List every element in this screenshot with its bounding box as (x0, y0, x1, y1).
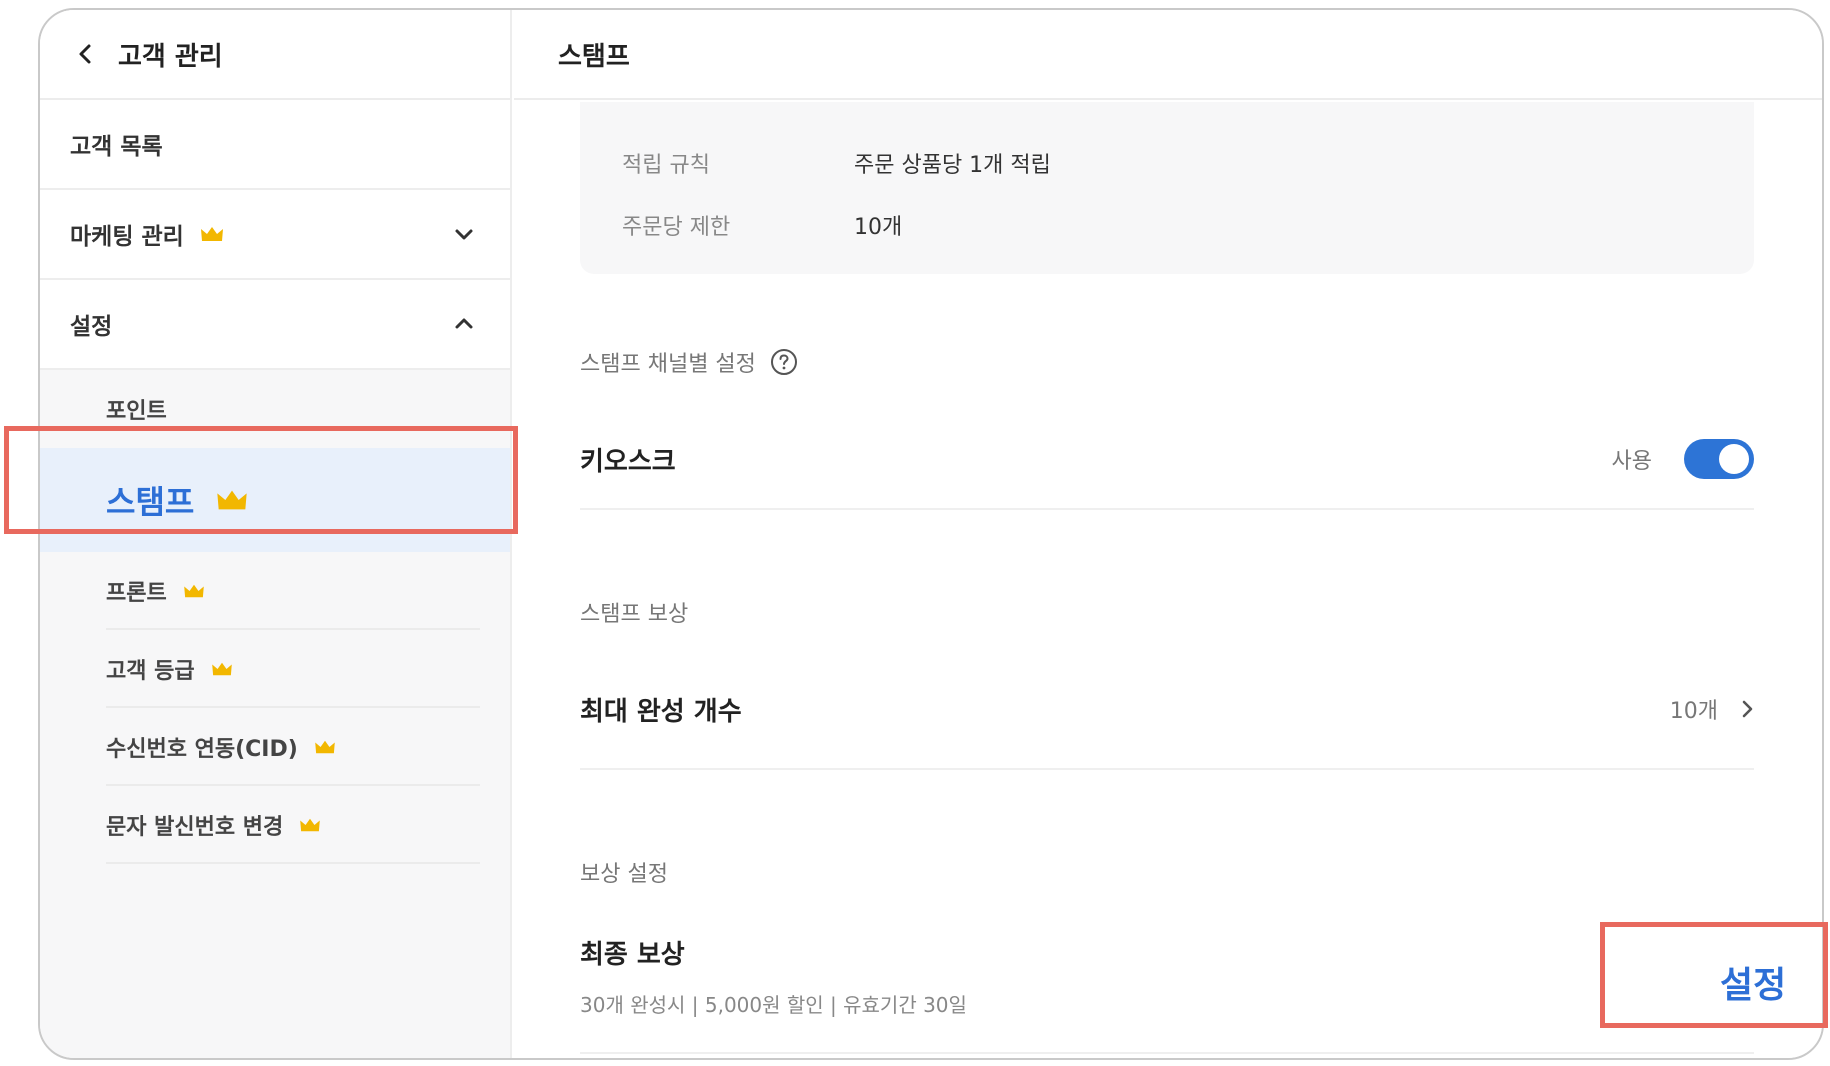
crown-icon (299, 817, 321, 833)
final-reward-row: 최종 보상 30개 완성시 | 5,000원 할인 | 유효기간 30일 (580, 920, 1754, 1054)
sidebar: 고객 관리 고객 목록 마케팅 관리 설정 포인트 스탬프 프론트 고객 등급 … (40, 10, 512, 1058)
info-key: 적립 규칙 (622, 153, 710, 178)
final-reward-set-button[interactable]: 설정 (1720, 956, 1786, 1008)
sidebar-item-front[interactable]: 프론트 (40, 552, 510, 630)
crown-icon (314, 739, 336, 755)
reward-setting-section-label: 보상 설정 (580, 862, 668, 887)
info-value: 10개 (854, 215, 903, 240)
sidebar-item-label: 마케팅 관리 (70, 224, 184, 250)
info-key: 주문당 제한 (622, 215, 731, 240)
sidebar-item-customer-grade[interactable]: 고객 등급 (40, 630, 510, 708)
sidebar-item-label: 프론트 (106, 581, 167, 606)
sidebar-item-label: 스탬프 (106, 483, 195, 521)
final-reward-label: 최종 보상 (580, 940, 685, 970)
help-icon[interactable] (770, 348, 798, 376)
max-complete-label: 최대 완성 개수 (580, 696, 742, 727)
max-complete-row[interactable]: 최대 완성 개수 10개 (580, 650, 1754, 770)
section-label-text: 스탬프 채널별 설정 (580, 352, 756, 377)
crown-icon (216, 488, 248, 512)
final-reward-detail: 30개 완성시 | 5,000원 할인 | 유효기간 30일 (580, 993, 967, 1017)
crown-icon (200, 225, 224, 243)
back-arrow-icon[interactable] (70, 39, 100, 69)
sidebar-item-label: 설정 (70, 314, 113, 340)
sidebar-item-stamp[interactable]: 스탬프 (40, 448, 510, 552)
channel-section-label: 스탬프 채널별 설정 (580, 346, 798, 378)
sidebar-item-cid[interactable]: 수신번호 연동(CID) (40, 708, 510, 786)
sidebar-item-label: 고객 목록 (70, 134, 163, 160)
app-window: 고객 관리 고객 목록 마케팅 관리 설정 포인트 스탬프 프론트 고객 등급 … (38, 8, 1824, 1060)
stamp-rule-card: 적립 규칙 주문 상품당 1개 적립 주문당 제한 10개 (580, 102, 1754, 274)
max-complete-value: 10개 (1669, 699, 1718, 724)
kiosk-toggle[interactable] (1684, 439, 1754, 479)
final-reward-info: 최종 보상 30개 완성시 | 5,000원 할인 | 유효기간 30일 (580, 934, 967, 1018)
chevron-up-icon[interactable] (452, 312, 476, 336)
sidebar-item-marketing[interactable]: 마케팅 관리 (40, 190, 510, 280)
sidebar-item-sms-sender[interactable]: 문자 발신번호 변경 (40, 786, 510, 864)
crown-icon (211, 661, 233, 677)
sidebar-item-settings[interactable]: 설정 (40, 280, 510, 370)
kiosk-label: 키오스크 (580, 446, 676, 477)
settings-submenu: 포인트 스탬프 프론트 고객 등급 수신번호 연동(CID) 문자 발신번호 변… (40, 370, 510, 864)
sidebar-item-label: 문자 발신번호 변경 (106, 815, 284, 840)
info-row: 주문당 제한 10개 (622, 194, 1712, 256)
chevron-right-icon (1740, 699, 1754, 719)
sidebar-item-label: 포인트 (106, 399, 167, 424)
main-panel: 스탬프 적립 규칙 주문 상품당 1개 적립 주문당 제한 10개 스탬프 채널… (514, 10, 1822, 1058)
sidebar-item-point[interactable]: 포인트 (40, 370, 510, 448)
sidebar-item-label: 고객 등급 (106, 659, 195, 684)
sidebar-header: 고객 관리 (40, 10, 510, 100)
sidebar-item-label: 수신번호 연동(CID) (106, 737, 298, 762)
info-value: 주문 상품당 1개 적립 (854, 153, 1051, 178)
sidebar-item-customer-list[interactable]: 고객 목록 (40, 100, 510, 190)
info-row: 적립 규칙 주문 상품당 1개 적립 (622, 132, 1712, 194)
sidebar-title: 고객 관리 (118, 41, 223, 72)
crown-icon (183, 583, 205, 599)
chevron-down-icon[interactable] (452, 222, 476, 246)
reward-section-label: 스탬프 보상 (580, 602, 689, 627)
kiosk-status: 사용 (1611, 449, 1652, 474)
kiosk-row: 키오스크 사용 (580, 410, 1754, 510)
page-title: 스탬프 (514, 10, 1822, 100)
